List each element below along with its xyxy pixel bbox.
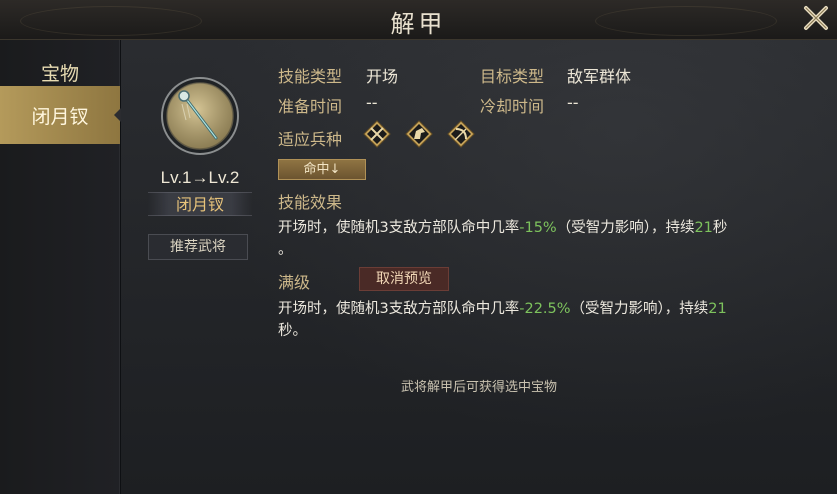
bow-icon (446, 119, 476, 149)
max-effect-value: -22.5% (519, 301, 571, 317)
prep-time-label: 准备时间 (278, 97, 343, 116)
skill-type-label: 技能类型 (278, 67, 343, 86)
skill-effect-label: 技能效果 (278, 193, 343, 212)
cooldown-value: -- (567, 93, 579, 112)
title-bar: 解甲 (0, 0, 837, 40)
sidebar: 宝物 闭月钗 (0, 40, 121, 494)
effect-duration: 21 (694, 220, 713, 236)
effect-value: -15% (519, 220, 557, 236)
spear-cross-icon (362, 119, 392, 149)
skill-effect-description: 开场时，使随机3支敌方部队命中几率-15%（受智力影响），持续21秒。 (278, 220, 728, 258)
horse-icon (404, 119, 434, 149)
max-level-label: 满级 (278, 273, 311, 292)
target-type-label: 目标类型 (480, 67, 545, 86)
sidebar-item-label: 闭月钗 (31, 105, 89, 128)
max-level-description: 开场时，使随机3支敌方部队命中几率-22.5%（受智力影响），持续21 秒。 (278, 301, 727, 339)
sidebar-item-label: 宝物 (40, 62, 79, 85)
max-effect-duration: 21 (708, 301, 727, 317)
troop-type-label: 适应兵种 (278, 130, 343, 149)
treasure-icon[interactable] (160, 76, 240, 156)
sidebar-item-biyuechai[interactable]: 闭月钗 (0, 86, 121, 144)
cooldown-label: 冷却时间 (480, 97, 545, 116)
window-title: 解甲 (390, 10, 447, 38)
item-name-plate: 闭月钗 (148, 192, 252, 216)
target-type-value: 敌军群体 (567, 67, 632, 86)
footer-note: 武将解甲后可获得选中宝物 (400, 380, 557, 395)
skill-type-value: 开场 (366, 67, 399, 86)
prep-time-value: -- (366, 93, 378, 112)
close-icon (804, 6, 828, 30)
close-button[interactable] (801, 3, 831, 33)
recommend-general-button[interactable]: 推荐武将 (148, 234, 248, 260)
cancel-preview-button[interactable]: 取消预览 (359, 267, 449, 291)
effect-tag-hit-down: 命中↓ (278, 159, 366, 180)
level-indicator: Lv.1→Lv.2 (160, 168, 240, 187)
hairpin-icon (161, 77, 239, 155)
